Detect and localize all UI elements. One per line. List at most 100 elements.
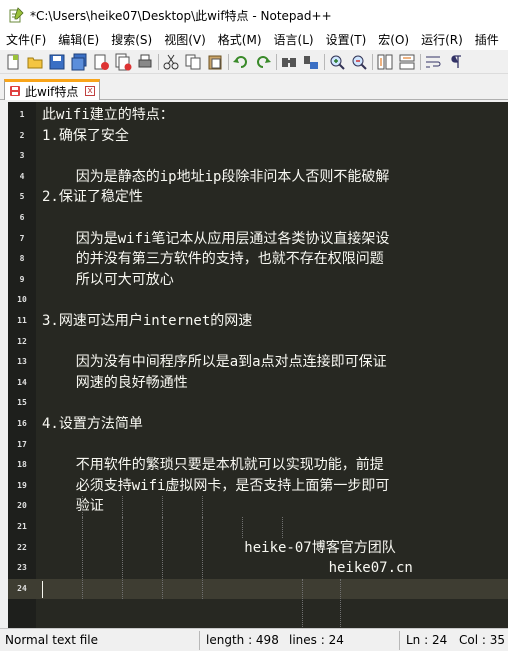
editor-line[interactable]: 22 heike-07博客官方团队 [8,538,508,559]
editor-line[interactable]: 7 因为是wifi笔记本从应用层通过各类协议直接架设 [8,229,508,250]
editor-line[interactable]: 19 必须支持wifi虚拟网卡，是否支持上面第一步即可 [8,476,508,497]
editor-line[interactable]: 2 1.确保了安全 [8,126,508,147]
indent-guide [202,517,203,600]
editor-line[interactable]: 24 [8,578,508,600]
line-text: 网速的良好畅通性 [42,374,188,391]
line-text: 验证 [42,498,104,515]
editor-line[interactable]: 17 [8,435,508,456]
tab-document[interactable]: 此wif特点 x [4,79,100,100]
undo-icon[interactable] [232,53,250,71]
line-number: 7 [19,233,25,243]
copy-icon[interactable] [184,53,202,71]
menu-item[interactable]: 搜索(S) [105,30,158,50]
text-caret [42,580,43,598]
cut-icon[interactable] [162,53,180,71]
menu-item[interactable]: 格式(M) [212,30,268,50]
status-divider [199,631,200,650]
word-wrap-icon[interactable] [424,53,442,71]
unsaved-file-icon [9,85,21,97]
open-file-icon[interactable] [26,53,44,71]
editor-area[interactable]: 1 此wifi建立的特点： 2 1.确保了安全 3 4 因为是静态的ip地址ip段除非问本… [8,102,508,628]
menu-item[interactable]: 文件(F) [0,30,52,50]
editor-line[interactable]: 18 不用软件的繁琐只要是本机就可以实现功能，前提 [8,455,508,476]
sync-horizontal-icon[interactable] [398,53,416,71]
window-title: *C:\Users\heike07\Desktop\此wif特点 - Notep… [30,8,332,23]
find-icon[interactable] [280,53,298,71]
line-number: 9 [19,274,25,284]
status-length: length : 498 [206,633,279,647]
redo-icon[interactable] [254,53,272,71]
editor-line[interactable]: 8 的并没有第三方软件的支持，也就不存在权限问题 [8,249,508,270]
toolbar-separator [276,53,277,70]
editor-line[interactable]: 13 因为没有中间程序所以是a到a点对点连接即可保证 [8,352,508,373]
zoom-in-icon[interactable] [328,53,346,71]
status-file-type: Normal text file [5,633,99,647]
toolbar-separator [158,53,159,70]
indent-guide [202,496,203,517]
line-text: 3.网速可达用户internet的网速 [42,313,253,329]
toolbar-separator [228,53,229,70]
sync-vertical-icon[interactable] [376,53,394,71]
line-number: 11 [17,316,27,325]
close-file-icon[interactable] [92,53,110,71]
show-all-chars-icon[interactable] [446,53,464,71]
status-lines: lines : 24 [289,633,344,647]
editor-line[interactable]: 14 网速的良好畅通性 [8,373,508,394]
save-icon[interactable] [48,53,66,71]
editor-line[interactable]: 4 因为是静态的ip地址ip段除非问本人否则不能破解 [8,167,508,188]
editor-line[interactable]: 5 2.保证了稳定性 [8,187,508,208]
line-number: 14 [17,377,27,387]
menu-item[interactable]: 宏(O) [372,30,415,50]
menu-item[interactable]: 视图(V) [158,30,212,50]
line-number: 10 [17,295,27,305]
new-file-icon[interactable] [4,53,22,71]
editor-line[interactable]: 23 heike07.cn [8,558,508,579]
line-text: heike-07博客官方团队 [42,539,396,556]
menu-item[interactable]: 语言(L) [268,30,320,50]
toolbar-separator [324,53,325,70]
replace-icon[interactable] [302,53,320,71]
line-number: 1 [19,110,25,119]
status-bar: Normal text file length : 498 lines : 24… [0,628,508,651]
line-number: 23 [17,563,27,573]
indent-guide [162,496,163,517]
editor-line[interactable]: 21 [8,517,508,538]
print-icon[interactable] [136,53,154,71]
menu-item[interactable]: 编辑(E) [52,30,105,50]
status-column: Col : 35 [459,633,505,647]
editor-line[interactable]: 15 [8,393,508,414]
close-all-icon[interactable] [114,53,132,71]
line-number: 16 [17,419,27,428]
menu-item[interactable]: 设置(T) [320,30,373,50]
indent-guide [242,517,243,538]
editor-line[interactable]: 6 [8,208,508,229]
editor-line[interactable]: 9 所以可大可放心 [8,270,508,291]
save-all-icon[interactable] [70,53,88,71]
editor-line[interactable]: 1 此wifi建立的特点： [8,105,508,126]
line-text: 不用软件的繁琐只要是本机就可以实现功能，前提 [42,457,384,474]
editor-line[interactable]: 12 [8,332,508,353]
indent-guide [162,517,163,600]
line-number: 20 [17,501,27,511]
editor-line[interactable]: 16 4.设置方法简单 [8,414,508,435]
indent-guide [340,578,341,628]
tab-bar: 此wif特点 x [0,76,508,100]
tab-close-button[interactable]: x [85,86,95,96]
zoom-out-icon[interactable] [350,53,368,71]
indent-guide [82,496,83,517]
indent-guide [122,496,123,517]
tab-label: 此wif特点 [25,84,79,99]
line-number: 2 [19,130,25,140]
menu-item[interactable]: 插件 [469,30,505,50]
menu-item[interactable]: 运行(R) [415,30,469,50]
line-number: 4 [19,171,25,181]
toolbar-separator [372,53,373,70]
line-text: 因为是静态的ip地址ip段除非问本人否则不能破解 [42,168,390,185]
editor-line[interactable]: 20 验证 [8,496,508,517]
editor-line[interactable]: 10 [8,290,508,311]
status-divider [399,631,400,650]
editor-line[interactable]: 3 [8,146,508,167]
editor-line[interactable]: 11 3.网速可达用户internet的网速 [8,311,508,332]
paste-icon[interactable] [206,53,224,71]
toolbar-separator [420,53,421,70]
